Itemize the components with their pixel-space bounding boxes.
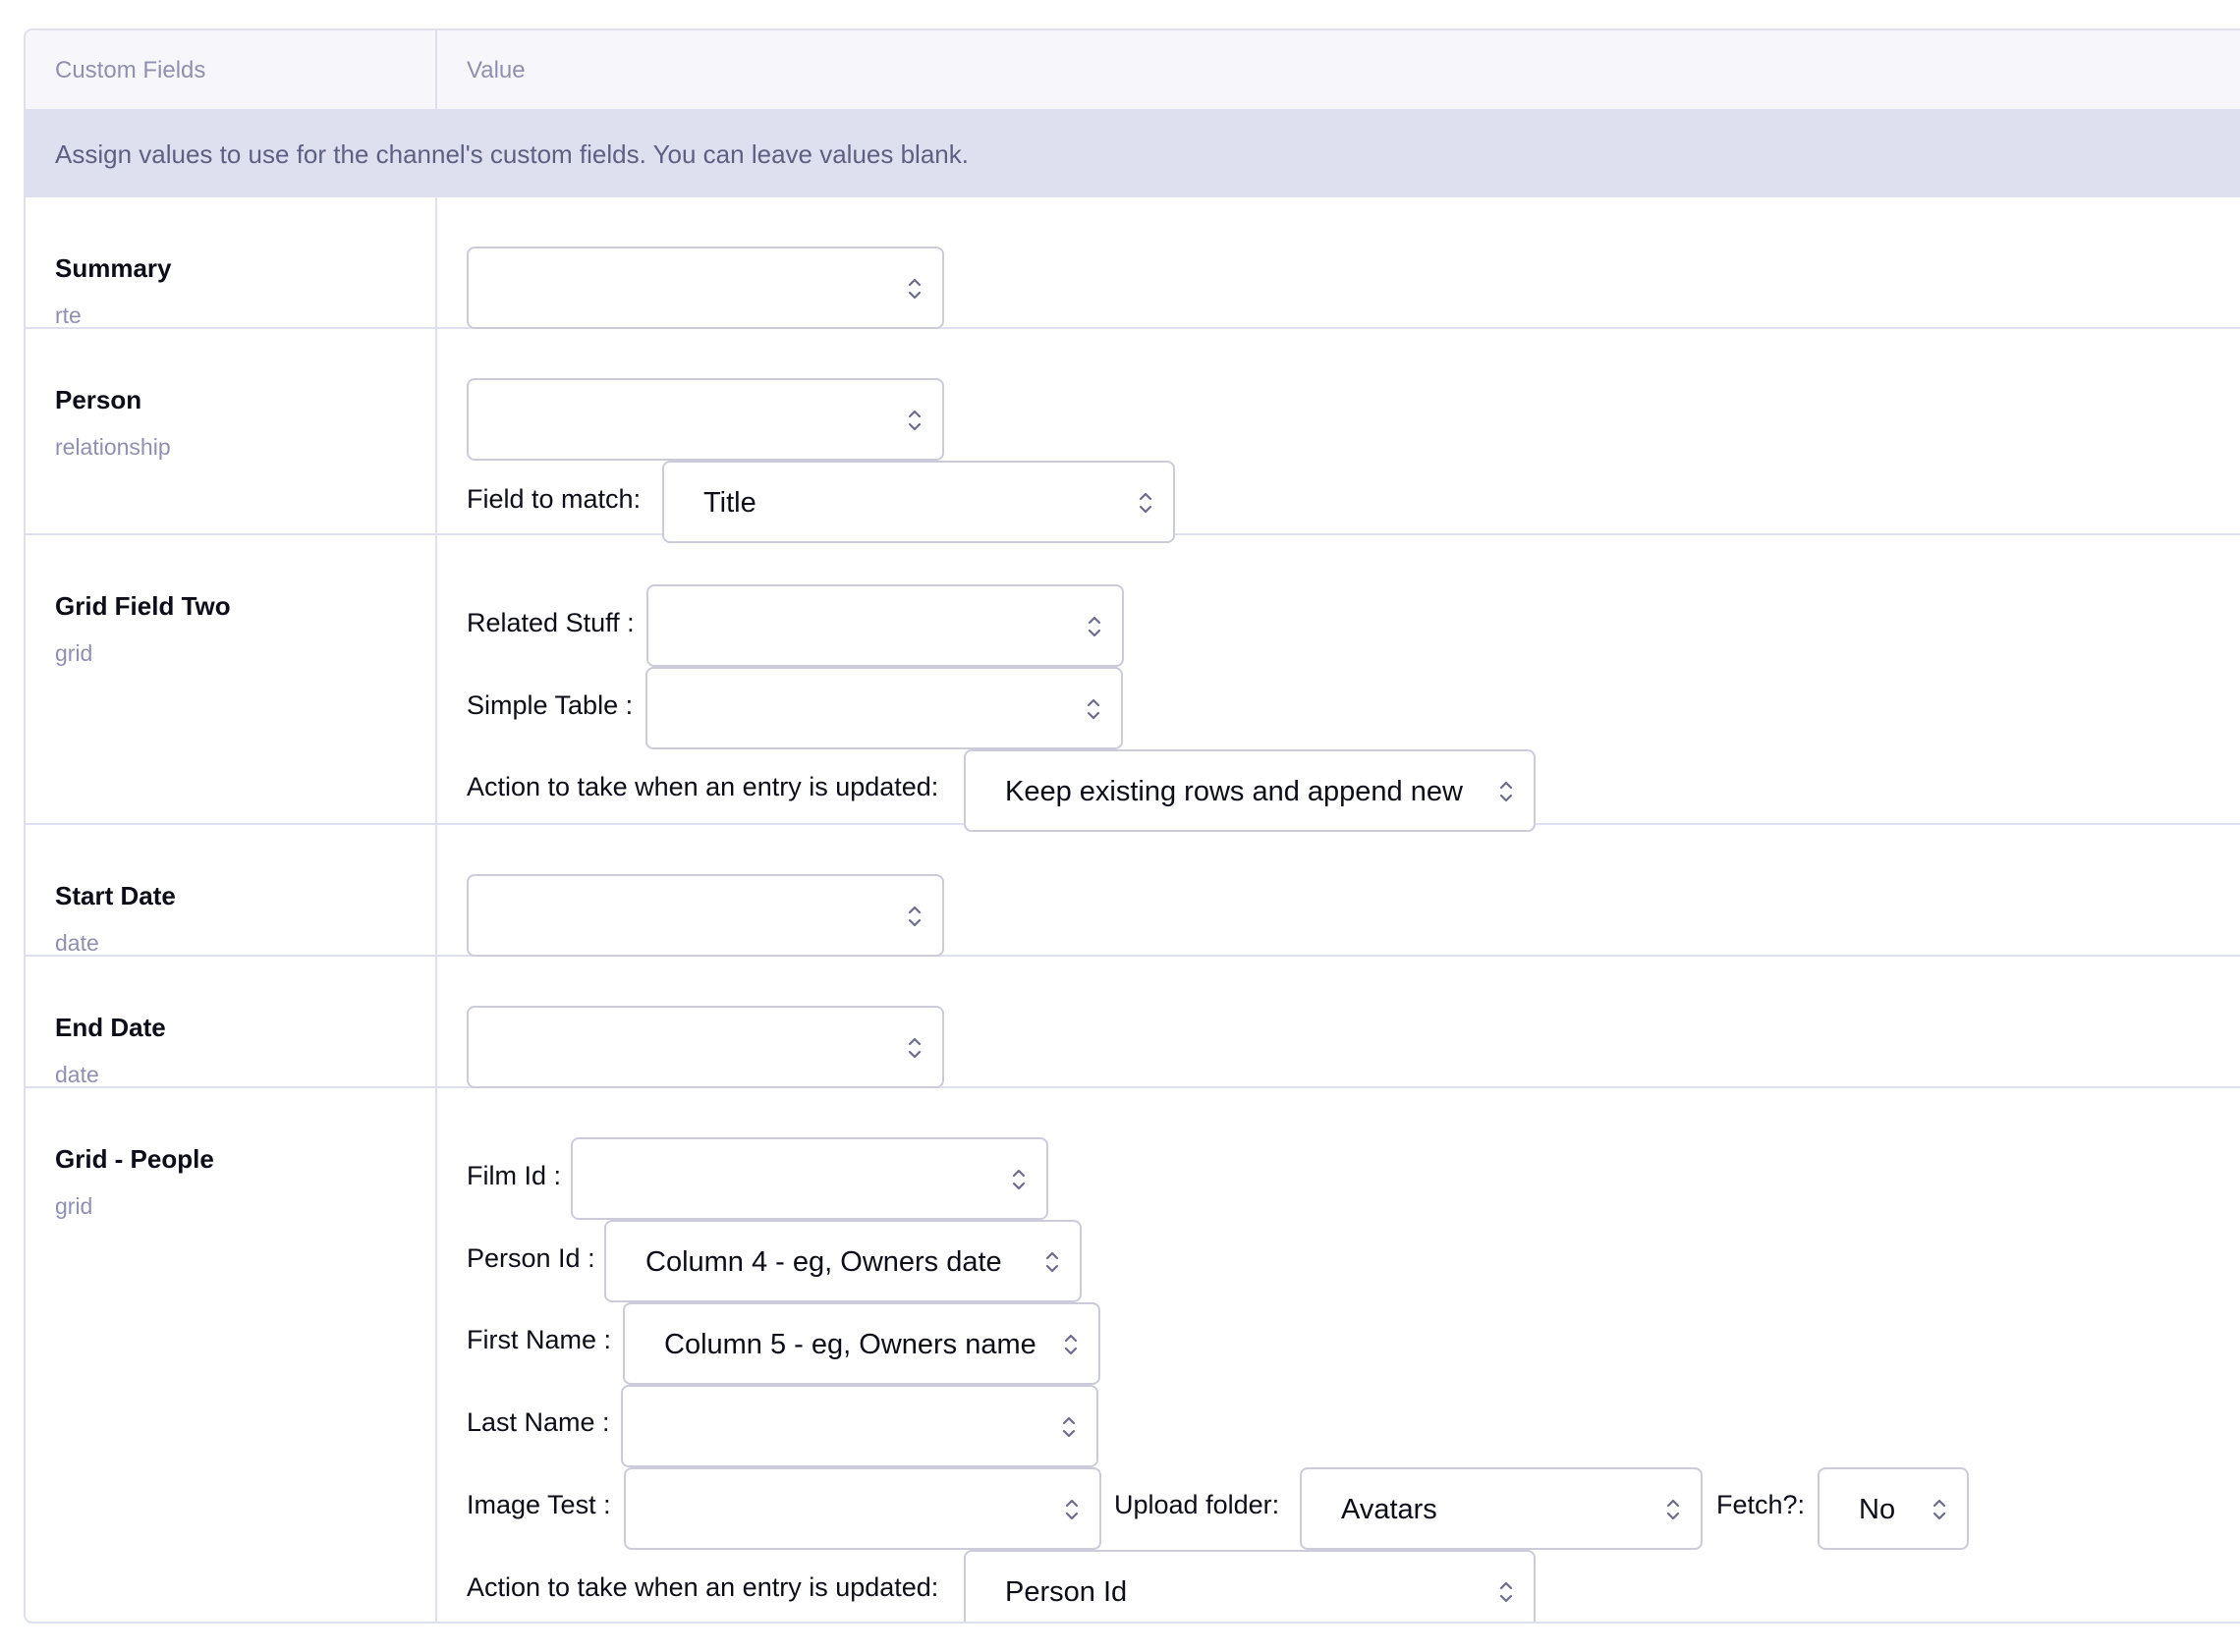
field-type: date xyxy=(55,1062,99,1087)
chevron-up-down-icon xyxy=(1138,489,1153,517)
related-stuff-select[interactable] xyxy=(646,584,1124,667)
select-value: Person Id xyxy=(1005,1576,1128,1608)
field-label: Start Date xyxy=(55,881,176,910)
field-label: Person xyxy=(55,385,142,414)
last-name-select[interactable] xyxy=(621,1385,1098,1467)
person-id-label: Person Id : xyxy=(467,1243,595,1273)
summary-select[interactable] xyxy=(467,247,944,329)
column-divider xyxy=(435,197,437,327)
column-divider xyxy=(435,825,437,955)
chevron-up-down-icon xyxy=(1061,1413,1077,1441)
update-action-label: Action to take when an entry is updated: xyxy=(467,772,939,801)
field-label: Grid Field Two xyxy=(55,591,231,621)
select-value: Column 4 - eg, Owners date xyxy=(645,1246,1002,1278)
column-divider xyxy=(435,957,437,1086)
field-label: Grid - People xyxy=(55,1144,214,1174)
info-notice-text: Assign values to use for the channel's c… xyxy=(55,139,969,169)
column-divider xyxy=(435,329,437,533)
field-to-match-label: Field to match: xyxy=(467,484,642,514)
chevron-up-down-icon xyxy=(1063,1331,1079,1358)
field-type: date xyxy=(55,930,99,956)
chevron-up-down-icon xyxy=(1932,1496,1947,1523)
field-label: Summary xyxy=(55,253,172,283)
upload-folder-select[interactable]: Avatars xyxy=(1300,1467,1703,1550)
film-id-select[interactable] xyxy=(571,1137,1048,1220)
select-value: Keep existing rows and append new xyxy=(1005,776,1463,807)
field-row-person: Person relationship Field to match: Titl… xyxy=(26,329,2240,543)
select-value: Avatars xyxy=(1341,1494,1437,1525)
chevron-up-down-icon xyxy=(1498,778,1514,805)
header-value: Value xyxy=(467,57,526,83)
field-type: grid xyxy=(55,640,93,666)
simple-table-select[interactable] xyxy=(645,667,1123,749)
chevron-up-down-icon xyxy=(1044,1248,1060,1276)
first-name-label: First Name : xyxy=(467,1325,612,1354)
table-header: Custom Fields Value xyxy=(26,30,2240,111)
chevron-up-down-icon xyxy=(907,903,923,930)
end-date-select[interactable] xyxy=(467,1006,944,1088)
select-value: Title xyxy=(703,487,756,519)
field-type: relationship xyxy=(55,434,171,460)
chevron-up-down-icon xyxy=(907,1034,923,1062)
related-stuff-label: Related Stuff : xyxy=(467,608,635,637)
field-to-match-select[interactable]: Title xyxy=(662,461,1175,543)
field-row-end-date: End Date date xyxy=(26,957,2240,1088)
column-divider xyxy=(435,30,437,109)
chevron-up-down-icon xyxy=(1498,1578,1514,1606)
field-row-grid-people: Grid - People grid Film Id : Person Id :… xyxy=(26,1088,2240,1622)
last-name-label: Last Name : xyxy=(467,1407,610,1437)
custom-fields-table: Custom Fields Value Assign values to use… xyxy=(24,28,2240,1624)
person-id-select[interactable]: Column 4 - eg, Owners date xyxy=(604,1220,1082,1302)
simple-table-label: Simple Table : xyxy=(467,690,634,720)
update-action-select[interactable]: Keep existing rows and append new xyxy=(964,749,1536,832)
upload-folder-label: Upload folder: xyxy=(1114,1490,1280,1519)
field-type: grid xyxy=(55,1193,93,1219)
fetch-label: Fetch?: xyxy=(1716,1490,1806,1519)
chevron-up-down-icon xyxy=(1011,1166,1027,1193)
info-notice: Assign values to use for the channel's c… xyxy=(26,111,2240,197)
column-divider xyxy=(435,535,437,823)
field-row-summary: Summary rte xyxy=(26,197,2240,329)
field-label: End Date xyxy=(55,1013,166,1042)
update-action-select[interactable]: Person Id xyxy=(964,1550,1536,1622)
update-action-label: Action to take when an entry is updated: xyxy=(467,1572,939,1602)
field-row-grid-field-two: Grid Field Two grid Related Stuff : Simp… xyxy=(26,535,2240,832)
chevron-up-down-icon xyxy=(907,275,923,303)
field-type: rte xyxy=(55,303,82,328)
fetch-select[interactable]: No xyxy=(1818,1467,1969,1550)
field-row-start-date: Start Date date xyxy=(26,825,2240,957)
person-select[interactable] xyxy=(467,378,944,461)
select-value: Column 5 - eg, Owners name xyxy=(664,1329,1036,1360)
select-value: No xyxy=(1859,1494,1896,1525)
chevron-up-down-icon xyxy=(1086,695,1101,723)
first-name-select[interactable]: Column 5 - eg, Owners name xyxy=(623,1302,1100,1385)
chevron-up-down-icon xyxy=(1087,613,1102,640)
column-divider xyxy=(435,1088,437,1622)
chevron-up-down-icon xyxy=(1064,1496,1080,1523)
chevron-up-down-icon xyxy=(907,407,923,434)
film-id-label: Film Id : xyxy=(467,1161,562,1190)
header-custom-fields: Custom Fields xyxy=(55,57,206,83)
chevron-up-down-icon xyxy=(1665,1496,1681,1523)
image-test-select[interactable] xyxy=(624,1467,1101,1550)
start-date-select[interactable] xyxy=(467,874,944,957)
image-test-label: Image Test : xyxy=(467,1490,611,1519)
